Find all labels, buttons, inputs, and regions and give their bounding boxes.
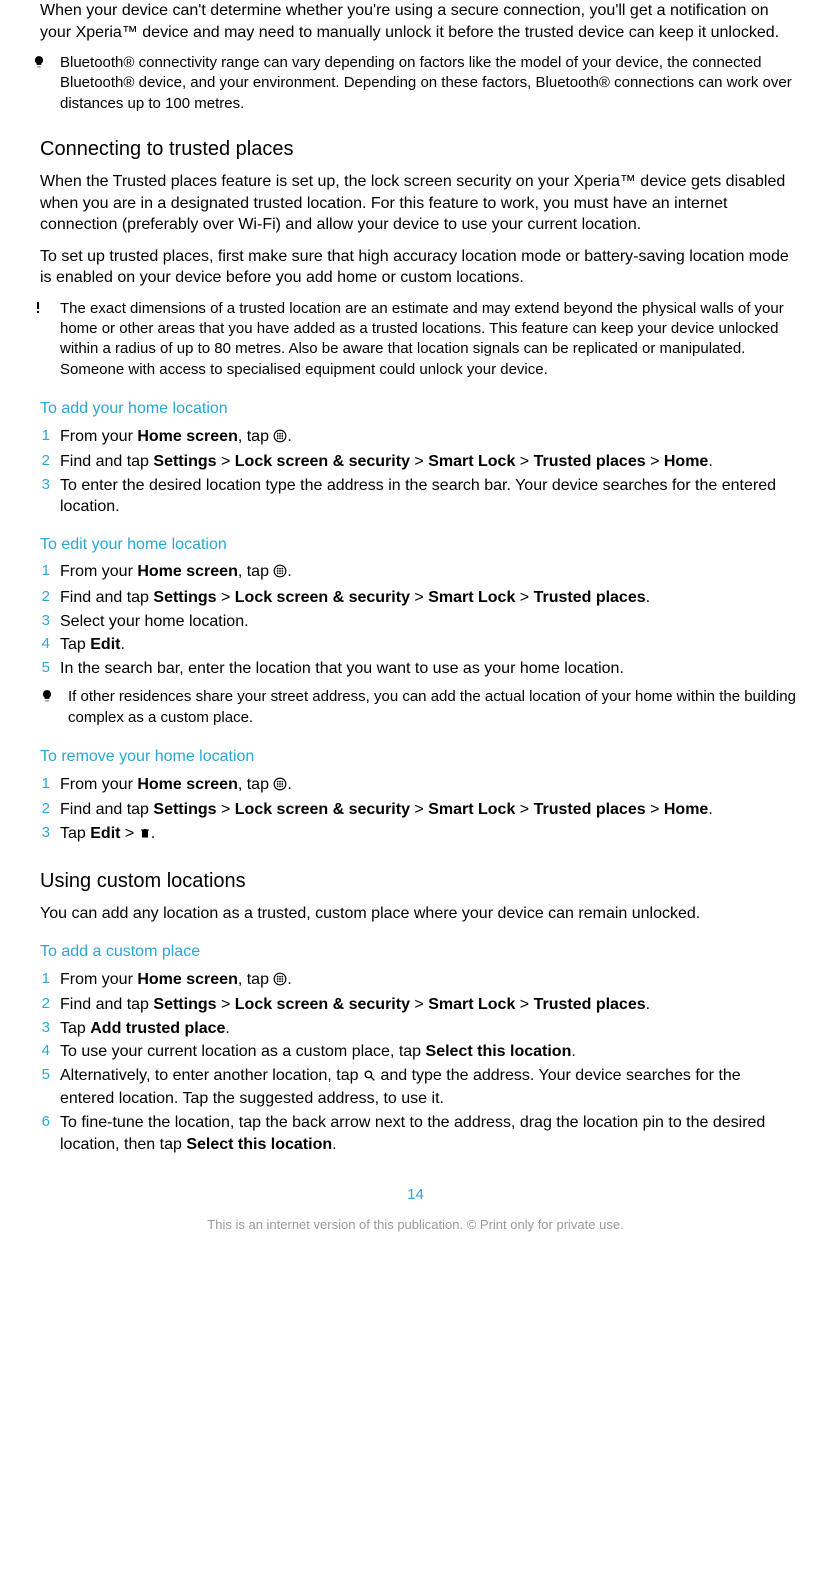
edit-home-tip: If other residences share your street ad… [40, 687, 799, 728]
tip-icon [40, 687, 68, 703]
step: From your Home screen, tap . [32, 561, 799, 585]
heading-edit-home: To edit your home location [40, 534, 799, 556]
warning-icon [32, 299, 60, 315]
heading-add-home: To add your home location [40, 398, 799, 420]
sec1-p2: To set up trusted places, first make sur… [40, 246, 799, 289]
sec1-p1: When the Trusted places feature is set u… [40, 171, 799, 236]
search-icon [363, 1067, 376, 1089]
step: From your Home screen, tap . [32, 426, 799, 450]
apps-icon [273, 776, 287, 798]
apps-icon [273, 563, 287, 585]
step: Find and tap Settings > Lock screen & se… [32, 994, 799, 1016]
steps-edit-home: From your Home screen, tap . Find and ta… [32, 561, 799, 679]
page-number: 14 [32, 1185, 799, 1205]
step: From your Home screen, tap . [32, 774, 799, 798]
apps-icon [273, 971, 287, 993]
step: To use your current location as a custom… [32, 1041, 799, 1063]
trusted-location-warning: The exact dimensions of a trusted locati… [32, 299, 799, 380]
intro-paragraph: When your device can't determine whether… [40, 0, 799, 43]
step: Tap Add trusted place. [32, 1018, 799, 1040]
trash-icon [139, 825, 151, 847]
step: Find and tap Settings > Lock screen & se… [32, 451, 799, 473]
trusted-location-warning-text: The exact dimensions of a trusted locati… [60, 299, 799, 380]
step: Select your home location. [32, 611, 799, 633]
step: To fine-tune the location, tap the back … [32, 1112, 799, 1155]
heading-remove-home: To remove your home location [40, 746, 799, 768]
footer-note: This is an internet version of this publ… [32, 1216, 799, 1234]
bluetooth-note: Bluetooth® connectivity range can vary d… [32, 53, 799, 114]
edit-home-tip-text: If other residences share your street ad… [68, 687, 799, 728]
heading-add-custom: To add a custom place [40, 941, 799, 963]
step: Tap Edit. [32, 634, 799, 656]
steps-remove-home: From your Home screen, tap . Find and ta… [32, 774, 799, 847]
step: Find and tap Settings > Lock screen & se… [32, 587, 799, 609]
step: Alternatively, to enter another location… [32, 1065, 799, 1110]
step: From your Home screen, tap . [32, 969, 799, 993]
apps-icon [273, 428, 287, 450]
section-connecting-trusted-places: Connecting to trusted places [40, 136, 799, 163]
sec2-p1: You can add any location as a trusted, c… [40, 903, 799, 925]
step: In the search bar, enter the location th… [32, 658, 799, 680]
tip-icon [32, 53, 60, 69]
step: Find and tap Settings > Lock screen & se… [32, 799, 799, 821]
steps-add-custom: From your Home screen, tap . Find and ta… [32, 969, 799, 1156]
bluetooth-note-text: Bluetooth® connectivity range can vary d… [60, 53, 799, 114]
step: Tap Edit > . [32, 823, 799, 847]
steps-add-home: From your Home screen, tap . Find and ta… [32, 426, 799, 518]
step: To enter the desired location type the a… [32, 475, 799, 518]
section-custom-locations: Using custom locations [40, 868, 799, 895]
